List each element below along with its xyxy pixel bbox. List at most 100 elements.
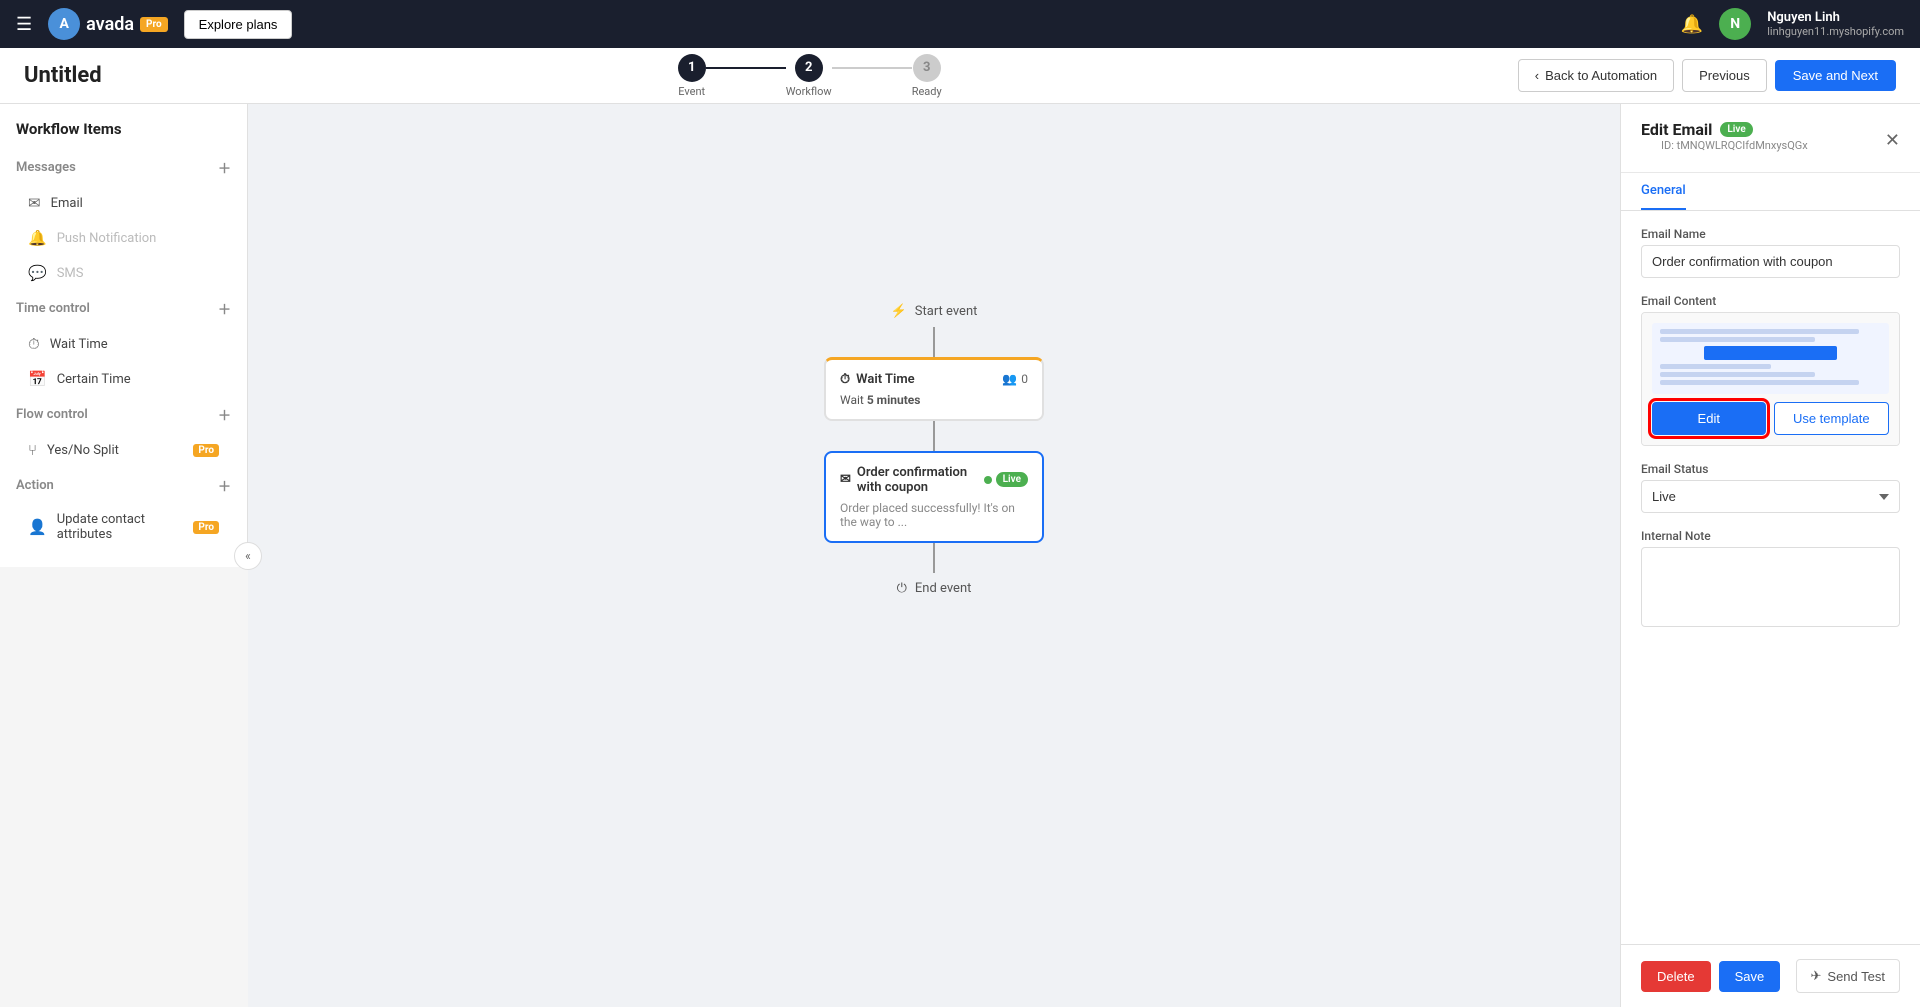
header-bar: Untitled 1 Event 2 Workflow 3 Ready ‹ Ba… (0, 48, 1920, 104)
step-event: 1 Event (678, 54, 706, 98)
wait-time-node-icon: ⏱ (840, 372, 850, 387)
user-info: Nguyen Linh linhguyen11.myshopify.com (1767, 10, 1904, 38)
email-node-icon: ✉ (840, 472, 851, 487)
back-to-automation-button[interactable]: ‹ Back to Automation (1518, 59, 1674, 92)
step-label-ready: Ready (912, 85, 942, 98)
update-contact-icon: 👤 (28, 518, 47, 536)
logo-text: avada (86, 14, 134, 35)
end-event-icon: ⏻ (897, 581, 907, 596)
panel-footer: Delete Save ✈ Send Test (1621, 944, 1920, 1007)
email-content-actions: Edit Use template (1652, 402, 1889, 435)
connector-1 (933, 327, 935, 357)
save-and-next-button[interactable]: Save and Next (1775, 60, 1896, 91)
pro-tag-update-contact: Pro (193, 521, 219, 534)
logo: A avada Pro (48, 8, 168, 40)
step-line-2 (832, 67, 912, 69)
sidebar: Workflow Items Messages ＋ ✉ Email 🔔 Push… (0, 104, 248, 567)
email-node-description: Order placed successfully! It's on the w… (840, 501, 1028, 529)
email-node-live-badge: Live (996, 472, 1028, 487)
sidebar-item-sms[interactable]: 💬 SMS (8, 256, 239, 290)
email-node-title: Order confirmation with coupon (857, 465, 984, 495)
email-status-label: Email Status (1641, 462, 1900, 476)
main-layout: Workflow Items Messages ＋ ✉ Email 🔔 Push… (0, 104, 1920, 1007)
step-ready: 3 Ready (912, 54, 942, 98)
end-event-node: ⏻ End event (897, 573, 972, 604)
stepper: 1 Event 2 Workflow 3 Ready (102, 54, 1518, 98)
previous-button[interactable]: Previous (1682, 59, 1767, 92)
section-flow-control[interactable]: Flow control ＋ (0, 397, 247, 432)
edit-email-button[interactable]: Edit (1652, 402, 1766, 435)
pro-badge: Pro (140, 17, 168, 32)
start-event-label: Start event (915, 304, 978, 319)
use-template-button[interactable]: Use template (1774, 402, 1890, 435)
section-messages-add-icon[interactable]: ＋ (218, 158, 231, 177)
step-circle-workflow: 2 (795, 54, 823, 82)
email-status-field: Email Status Live Draft Paused (1641, 462, 1900, 513)
wait-time-user-count: 👥 0 (1002, 372, 1028, 386)
step-label-event: Event (678, 85, 705, 98)
live-dot-icon (984, 476, 992, 484)
connector-2 (933, 421, 935, 451)
pro-tag-yes-no: Pro (193, 444, 219, 457)
wait-time-node-title: Wait Time (856, 372, 915, 387)
wait-time-node[interactable]: ⏱ Wait Time 👥 0 Wait 5 minutes (824, 357, 1044, 421)
notification-bell-icon[interactable]: 🔔 (1681, 14, 1703, 35)
workflow-canvas: ⚡ Start event ⏱ Wait Time 👥 0 Wai (248, 104, 1620, 1007)
send-test-icon: ✈ (1811, 968, 1822, 984)
sidebar-item-email[interactable]: ✉ Email (8, 186, 239, 220)
save-button[interactable]: Save (1719, 961, 1781, 992)
hamburger-menu[interactable]: ☰ (16, 14, 32, 35)
section-flow-control-add-icon[interactable]: ＋ (218, 405, 231, 424)
internal-note-input[interactable] (1641, 547, 1900, 627)
canvas-inner: ⚡ Start event ⏱ Wait Time 👥 0 Wai (784, 256, 1084, 856)
section-time-control-add-icon[interactable]: ＋ (218, 299, 231, 318)
user-count-icon: 👥 (1002, 372, 1017, 386)
wait-time-description: Wait 5 minutes (840, 393, 1028, 407)
right-panel: Edit Email Live ID: tMNQWLRQCIfdMnxysQGx… (1620, 104, 1920, 1007)
internal-note-field: Internal Note (1641, 529, 1900, 631)
avatar: N (1719, 8, 1751, 40)
email-content-field: Email Content Edit Use (1641, 294, 1900, 446)
certain-time-icon: 📅 (28, 370, 47, 388)
send-test-button[interactable]: ✈ Send Test (1796, 959, 1901, 993)
page-title: Untitled (24, 63, 102, 88)
step-circle-event: 1 (678, 54, 706, 82)
section-time-control[interactable]: Time control ＋ (0, 291, 247, 326)
sidebar-item-yes-no-split[interactable]: ⑂ Yes/No Split Pro (8, 433, 239, 467)
collapse-sidebar-button[interactable]: « (234, 542, 262, 570)
panel-id: ID: tMNQWLRQCIfdMnxysQGx (1641, 139, 1828, 160)
yes-no-split-icon: ⑂ (28, 441, 37, 459)
start-event-node: ⚡ Start event (891, 296, 978, 327)
explore-plans-button[interactable]: Explore plans (184, 10, 293, 39)
tab-general[interactable]: General (1641, 173, 1686, 210)
connector-3 (933, 543, 935, 573)
email-name-input[interactable] (1641, 245, 1900, 278)
email-icon: ✉ (28, 194, 41, 212)
delete-button[interactable]: Delete (1641, 961, 1711, 992)
email-name-label: Email Name (1641, 227, 1900, 241)
panel-live-badge: Live (1720, 122, 1752, 137)
start-event-icon: ⚡ (891, 304, 907, 319)
section-messages[interactable]: Messages ＋ (0, 150, 247, 185)
push-notification-icon: 🔔 (28, 229, 47, 247)
sidebar-item-update-contact[interactable]: 👤 Update contact attributes Pro (8, 504, 239, 550)
internal-note-label: Internal Note (1641, 529, 1900, 543)
step-workflow: 2 Workflow (786, 54, 832, 98)
user-name: Nguyen Linh (1767, 10, 1904, 25)
end-event-label: End event (915, 581, 971, 596)
sidebar-item-certain-time[interactable]: 📅 Certain Time (8, 362, 239, 396)
email-status-select[interactable]: Live Draft Paused (1641, 480, 1900, 513)
email-content-label: Email Content (1641, 294, 1900, 308)
sidebar-item-push[interactable]: 🔔 Push Notification (8, 221, 239, 255)
sidebar-title: Workflow Items (0, 120, 247, 150)
sidebar-item-wait-time[interactable]: ⏱ Wait Time (8, 327, 239, 361)
panel-close-button[interactable]: ✕ (1885, 130, 1900, 151)
sidebar-wrapper: Workflow Items Messages ＋ ✉ Email 🔔 Push… (0, 104, 248, 1007)
panel-body: Email Name Email Content (1621, 211, 1920, 944)
section-action[interactable]: Action ＋ (0, 468, 247, 503)
wait-time-icon: ⏱ (28, 335, 40, 353)
email-node[interactable]: ✉ Order confirmation with coupon Live Or… (824, 451, 1044, 543)
section-action-add-icon[interactable]: ＋ (218, 476, 231, 495)
email-name-field: Email Name (1641, 227, 1900, 278)
sms-icon: 💬 (28, 264, 47, 282)
